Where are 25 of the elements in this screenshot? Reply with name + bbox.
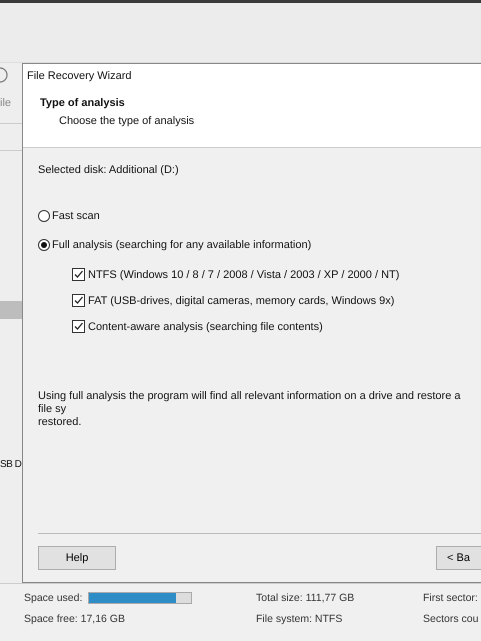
file-system-text: File system: NTFS (256, 613, 344, 625)
step-heading: Type of analysis (40, 97, 126, 109)
radio-label[interactable]: Full analysis (searching for any available information) (52, 239, 312, 251)
sectors-count-text: Sectors cou (423, 613, 480, 625)
radio-label[interactable]: Fast scan (52, 210, 100, 222)
checkbox-label[interactable]: NTFS (Windows 10 / 8 / 7 / 2008 / Vista / 2003 / XP / 2000 / NT) (88, 268, 400, 280)
checkbox-label[interactable]: FAT (USB-drives, digital cameras, memory cards, Windows 9x) (88, 294, 394, 306)
step-subheading: Choose the type of analysis (59, 115, 196, 127)
radio-button[interactable] (38, 239, 50, 251)
radio-button[interactable] (38, 210, 50, 222)
back-button[interactable]: < Ba (436, 546, 481, 570)
checkbox[interactable] (72, 320, 85, 333)
first-sector-text: First sector: (423, 592, 479, 604)
checkbox[interactable] (72, 268, 85, 281)
total-size-text: Total size: 111,77 GB (256, 592, 356, 604)
toolbar-icon[interactable] (0, 67, 8, 83)
space-used-label: Space used: (24, 592, 82, 604)
help-button[interactable]: Help (38, 546, 116, 570)
space-free-text: Space free: 17,16 GB (24, 613, 126, 625)
window-title: File Recovery Wizard (27, 70, 133, 82)
selected-disk-label: Selected disk: Additional (D:) (38, 164, 180, 176)
list-item-text: SB D (0, 459, 22, 470)
description-text: restored. (38, 416, 82, 429)
checkbox[interactable] (72, 294, 85, 307)
checkbox-label[interactable]: Content-aware analysis (searching file contents) (88, 320, 323, 332)
